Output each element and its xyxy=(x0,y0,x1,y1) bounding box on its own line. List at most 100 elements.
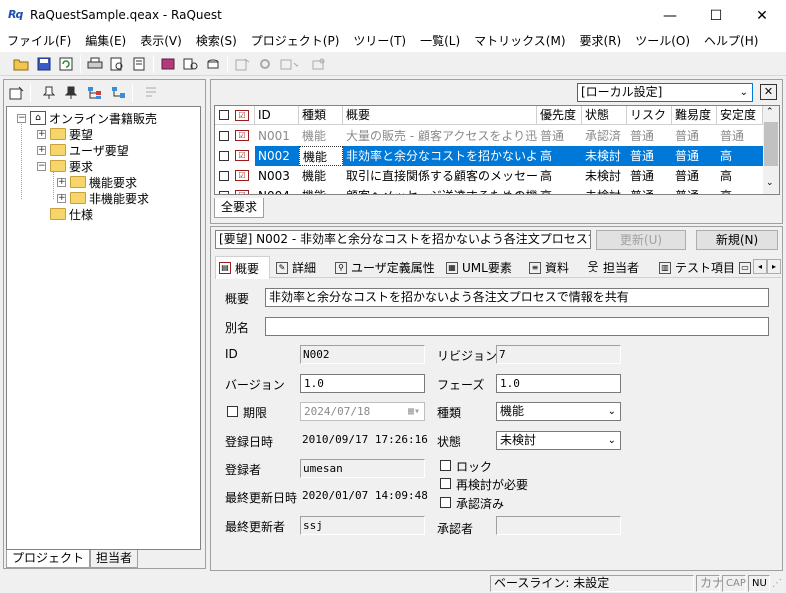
status-select[interactable]: 未検討 ⌄ xyxy=(496,431,621,450)
scroll-thumb[interactable] xyxy=(764,122,778,166)
properties-icon[interactable] xyxy=(234,55,252,73)
tree-root[interactable]: − ⌂ オンライン書籍販売 xyxy=(17,110,157,126)
tree-item-user-demand[interactable]: + ユーザ要望 xyxy=(37,142,129,158)
summary-input[interactable]: 非効率と余分なコストを招かないよう各注文プロセスで情報を共有 xyxy=(265,288,769,307)
grid-header-id[interactable]: ID xyxy=(255,106,299,125)
tab-scroll-right-icon[interactable]: ▸ xyxy=(767,259,781,274)
expand-icon[interactable]: + xyxy=(57,177,66,187)
deadline-checkbox[interactable] xyxy=(227,406,238,417)
project-properties-icon[interactable] xyxy=(8,84,26,102)
pin-down-icon[interactable] xyxy=(62,84,80,102)
update-button[interactable]: 更新(U) xyxy=(596,230,686,250)
row-checkbox[interactable] xyxy=(219,171,229,181)
minimize-button[interactable]: — xyxy=(647,0,693,32)
new-button[interactable]: 新規(N) xyxy=(696,230,778,250)
recheck-checkbox[interactable] xyxy=(440,478,451,489)
menu-help[interactable]: ヘルプ(H) xyxy=(697,32,765,52)
tab-documents[interactable]: ≡ 資料 xyxy=(526,257,569,278)
deadline-date-picker[interactable]: 2024/07/18 ▦▾ xyxy=(300,402,425,421)
tab-assignees[interactable]: 웃 担当者 xyxy=(584,257,639,278)
table-row[interactable]: ☑ N004 機能 顧客へメッセージ送達するための機能… 高 未検討 普通 普通… xyxy=(215,186,763,194)
collapse-icon[interactable]: − xyxy=(17,113,26,123)
grid-header-check[interactable]: ☑ xyxy=(215,106,255,125)
close-filter-button[interactable]: ✕ xyxy=(760,84,777,100)
menu-edit[interactable]: 編集(E) xyxy=(78,32,133,52)
lock-checkbox[interactable] xyxy=(440,460,451,471)
grid-header-priority[interactable]: 優先度 xyxy=(537,106,582,125)
menu-tree[interactable]: ツリー(T) xyxy=(346,32,413,52)
version-input[interactable]: 1.0 xyxy=(300,374,425,393)
tab-assignee[interactable]: 担当者 xyxy=(90,550,139,568)
tab-overview[interactable]: ▤ 概要 xyxy=(215,256,270,279)
tab-scroll-left-icon[interactable]: ◂ xyxy=(753,259,767,274)
grid-header-stability[interactable]: 安定度 xyxy=(717,106,763,125)
tree-collapse-icon[interactable] xyxy=(110,84,128,102)
expand-icon[interactable]: + xyxy=(57,193,66,203)
gear-icon[interactable] xyxy=(256,55,274,73)
row-checkbox[interactable] xyxy=(219,131,229,141)
menu-view[interactable]: 表示(V) xyxy=(133,32,189,52)
tree-item-requirement[interactable]: − 要求 xyxy=(37,158,93,174)
filter-icon[interactable] xyxy=(142,84,160,102)
menu-requirement[interactable]: 要求(R) xyxy=(573,32,629,52)
menu-matrix[interactable]: マトリックス(M) xyxy=(467,32,572,52)
print-preview-icon[interactable] xyxy=(108,55,126,73)
grid-header-risk[interactable]: リスク xyxy=(627,106,672,125)
scroll-up-icon[interactable]: ⌃ xyxy=(766,107,774,117)
maximize-button[interactable]: ☐ xyxy=(693,0,739,32)
tree-expand-icon[interactable] xyxy=(86,84,104,102)
menu-list[interactable]: 一覧(L) xyxy=(413,32,467,52)
menu-file[interactable]: ファイル(F) xyxy=(0,32,78,52)
select-all-checkbox[interactable] xyxy=(219,110,229,120)
approved-checkbox[interactable] xyxy=(440,497,451,508)
layout-dropdown-icon[interactable] xyxy=(280,55,298,73)
database-icon[interactable] xyxy=(204,55,222,73)
book-icon[interactable] xyxy=(159,55,177,73)
expand-icon[interactable]: + xyxy=(37,129,46,139)
tab-uml-elements[interactable]: ▦ UML要素 xyxy=(443,257,512,278)
row-checkbox[interactable] xyxy=(219,191,229,194)
find-icon[interactable] xyxy=(182,55,200,73)
phase-input[interactable]: 1.0 xyxy=(496,374,621,393)
menu-tools[interactable]: ツール(O) xyxy=(628,32,697,52)
tree-item-nonfunctional[interactable]: + 非機能要求 xyxy=(57,190,149,206)
save-icon[interactable] xyxy=(35,55,53,73)
requirements-grid[interactable]: ☑ ID 種類 概要 優先度 状態 リスク 難易度 安定度 ☑ N001 機能 … xyxy=(214,105,780,195)
table-row-selected[interactable]: ☑ N002 機能 非効率と余分なコストを招かないよう… 高 未検討 普通 普通… xyxy=(215,146,763,166)
filter-dropdown[interactable]: [ローカル設定] ⌄ xyxy=(577,83,753,102)
tab-user-attributes[interactable]: ⚲ ユーザ定義属性 xyxy=(332,257,435,278)
tab-test-items[interactable]: ▥ テスト項目 xyxy=(656,257,735,278)
print-icon[interactable] xyxy=(86,55,104,73)
tab-detail[interactable]: ✎ 詳細 xyxy=(273,257,316,278)
scroll-down-icon[interactable]: ⌄ xyxy=(766,178,774,188)
tab-project[interactable]: プロジェクト xyxy=(6,550,91,568)
resize-grip-icon[interactable]: ⋰ xyxy=(772,578,782,589)
grid-header-kind[interactable]: 種類 xyxy=(299,106,343,125)
page-setup-icon[interactable] xyxy=(130,55,148,73)
status-value: 未検討 xyxy=(500,433,537,447)
open-icon[interactable] xyxy=(12,55,30,73)
settings-icon[interactable] xyxy=(310,55,328,73)
grid-header-status[interactable]: 状態 xyxy=(582,106,627,125)
collapse-icon[interactable]: − xyxy=(37,161,46,171)
menu-search[interactable]: 検索(S) xyxy=(189,32,244,52)
tree-item-functional[interactable]: + 機能要求 xyxy=(57,174,137,190)
tab-all-requirements[interactable]: 全要求 xyxy=(214,198,265,218)
pin-icon[interactable] xyxy=(40,84,58,102)
table-row[interactable]: ☑ N003 機能 取引に直接関係する顧客のメッセー… 高 未検討 普通 普通 … xyxy=(215,166,763,186)
folder-open-icon xyxy=(50,160,66,172)
tree-item-spec[interactable]: 仕様 xyxy=(50,206,93,222)
close-button[interactable]: ✕ xyxy=(739,0,785,32)
table-row[interactable]: ☑ N001 機能 大量の販売 - 顧客アクセスをより迅… 普通 承認済 普通 … xyxy=(215,126,763,146)
tree-item-demand[interactable]: + 要望 xyxy=(37,126,93,142)
row-checkbox[interactable] xyxy=(219,151,229,161)
expand-icon[interactable]: + xyxy=(37,145,46,155)
project-tree[interactable]: − ⌂ オンライン書籍販売 + 要望 + ユーザ要望 − 要求 + 機能要求 +… xyxy=(6,106,201,550)
kind-select[interactable]: 機能 ⌄ xyxy=(496,402,621,421)
grid-vertical-scrollbar[interactable]: ⌃ ⌄ xyxy=(763,106,779,194)
grid-header-difficulty[interactable]: 難易度 xyxy=(672,106,717,125)
alias-input[interactable] xyxy=(265,317,769,336)
refresh-icon[interactable] xyxy=(57,55,75,73)
menu-project[interactable]: プロジェクト(P) xyxy=(244,32,347,52)
grid-header-summary[interactable]: 概要 xyxy=(343,106,537,125)
